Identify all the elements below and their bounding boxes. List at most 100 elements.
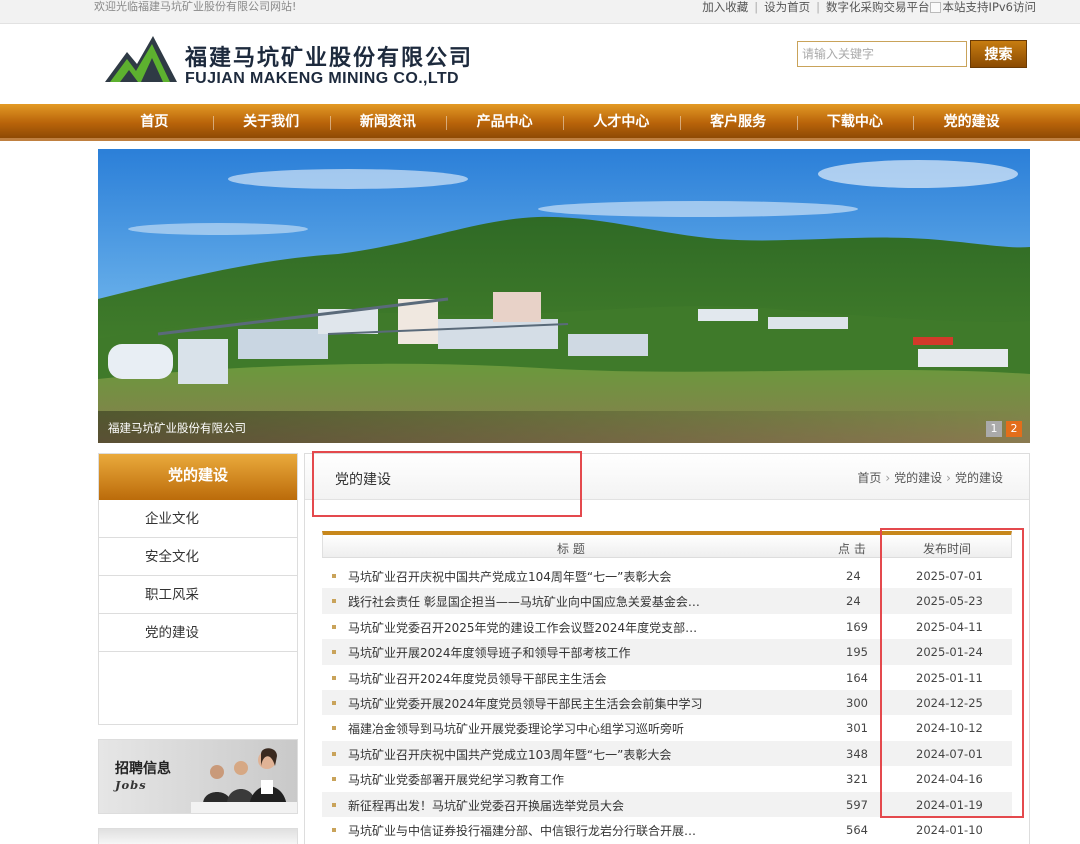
publish-date: 2024-04-16 [916,772,983,787]
top-bar: 欢迎光临福建马坑矿业股份有限公司网站! 加入收藏 | 设为首页 | 数字化采购交… [0,0,1080,24]
jobs-title-en: Jobs [115,778,147,792]
bullet-icon [332,751,336,756]
list-header: 标 题 点 击 发布时间 [322,531,1012,558]
article-link[interactable]: 践行社会责任 彰显国企担当——马坑矿业向中国应急关爱基金会捐… [348,593,703,610]
click-count: 24 [846,569,861,583]
list-item: 新征程再出发！马坑矿业党委召开换届选举党员大会 597 2024-01-19 [322,791,1012,817]
chevron-right-icon: › [946,470,951,485]
ipv6-badge: 本站支持IPv6访问 [929,0,1036,14]
breadcrumb-section[interactable]: 党的建设 [894,469,942,486]
list-item: 马坑矿业党委部署开展党纪学习教育工作 321 2024-04-16 [322,766,1012,791]
publish-date: 2024-01-19 [916,797,983,812]
mining-site-photo [98,149,1030,443]
article-list: 马坑矿业召开庆祝中国共产党成立104周年暨“七一”表彰大会 24 2025-07-0… [322,563,1012,842]
publish-date: 2024-01-10 [916,822,983,837]
column-header-clicks: 点 击 [838,542,866,556]
click-count: 597 [846,797,868,812]
article-link[interactable]: 新征程再出发！马坑矿业党委召开换届选举党员大会 [348,797,703,814]
list-item: 马坑矿业召开2024年度党员领导干部民主生活会 164 2025-01-11 [322,665,1012,690]
banner-caption-bar: 福建马坑矿业股份有限公司 [98,411,1030,443]
nav-item-products[interactable]: 产品中心 [446,104,563,141]
banner-caption: 福建马坑矿业股份有限公司 [108,421,246,435]
click-count: 564 [846,822,868,837]
bullet-icon [332,675,336,680]
separator: | [754,0,759,14]
list-item: 福建冶金领导到马坑矿业开展党委理论学习中心组学习巡听旁听 301 2024-10-1… [322,715,1012,740]
bullet-icon [332,802,336,807]
breadcrumb-home[interactable]: 首页 [857,469,881,486]
search-input[interactable] [797,41,967,67]
mountain-logo-icon [105,36,177,82]
article-link[interactable]: 马坑矿业党委开展2024年度党员领导干部民主生活会会前集中学习 [348,695,703,712]
article-link[interactable]: 马坑矿业党委召开2025年党的建设工作会议暨2024年度党支部书记抓… [348,619,703,636]
slide-dot-2[interactable]: 2 [1006,421,1022,437]
article-link[interactable]: 马坑矿业党委部署开展党纪学习教育工作 [348,771,703,788]
sidebar-menu: 企业文化 安全文化 职工风采 党的建设 [99,500,297,652]
slide-pager: 1 2 [986,421,1022,437]
bullet-icon [332,574,336,578]
ipv6-text: 本站支持IPv6访问 [942,0,1036,14]
business-people-image [191,748,297,813]
publish-date: 2024-10-12 [916,721,983,736]
publish-date: 2025-05-23 [916,594,983,609]
bullet-icon [332,726,336,731]
welcome-text: 欢迎光临福建马坑矿业股份有限公司网站! [94,0,297,13]
click-count: 164 [846,670,868,685]
header: 福建马坑矿业股份有限公司 FUJIAN MAKENG MINING CO.,LT… [0,24,1080,104]
broken-image-icon [929,1,941,13]
publish-date: 2024-12-25 [916,695,983,710]
publish-date: 2025-04-11 [916,619,983,634]
article-link[interactable]: 马坑矿业召开庆祝中国共产党成立104周年暨“七一”表彰大会 [348,568,703,585]
nav-item-talent[interactable]: 人才中心 [563,104,680,141]
list-item: 马坑矿业与中信证券投行福建分部、中信银行龙岩分行联合开展党建… 564 2024-0… [322,817,1012,842]
publish-date: 2025-01-11 [916,670,983,685]
click-count: 300 [846,695,868,710]
search-button[interactable]: 搜索 [970,40,1027,68]
chevron-right-icon: › [885,470,891,485]
nav-item-party[interactable]: 党的建设 [913,104,1030,141]
company-name-cn: 福建马坑矿业股份有限公司 [185,45,474,71]
publish-date: 2025-07-01 [916,569,983,583]
company-name-en: FUJIAN MAKENG MINING CO.,LTD [185,70,460,87]
article-link[interactable]: 马坑矿业与中信证券投行福建分部、中信银行龙岩分行联合开展党建… [348,822,703,839]
add-favorite-link[interactable]: 加入收藏 [702,0,748,14]
breadcrumb-current[interactable]: 党的建设 [955,469,1003,486]
article-link[interactable]: 马坑矿业召开2024年度党员领导干部民主生活会 [348,670,703,687]
bullet-icon [332,599,336,604]
list-item: 马坑矿业开展2024年度领导班子和领导干部考核工作 195 2025-01-24 [322,639,1012,665]
click-count: 321 [846,772,868,787]
nav-item-download[interactable]: 下载中心 [796,104,914,141]
click-count: 301 [846,721,868,736]
sidebar-item-corporate-culture[interactable]: 企业文化 [99,500,297,538]
article-link[interactable]: 福建冶金领导到马坑矿业开展党委理论学习中心组学习巡听旁听 [348,720,703,737]
list-item: 马坑矿业党委开展2024年度党员领导干部民主生活会会前集中学习 300 2024-1… [322,689,1012,716]
sidebar-item-staff-style[interactable]: 职工风采 [99,576,297,614]
bullet-icon [332,624,336,629]
main-content: 党的建设 首页 › 党的建设 › 党的建设 标 题 点 击 发布时间 马坑矿业召… [304,453,1030,844]
company-logo[interactable]: 福建马坑矿业股份有限公司 FUJIAN MAKENG MINING CO.,LT… [105,30,495,90]
top-links: 加入收藏 | 设为首页 | 数字化采购交易平台 本站支持IPv6访问 [702,0,1036,14]
nav-item-service[interactable]: 客户服务 [679,104,797,141]
sidebar-item-party-building[interactable]: 党的建设 [99,614,297,652]
nav-item-news[interactable]: 新闻资讯 [329,104,447,141]
jobs-banner[interactable]: 招聘信息 Jobs [98,739,298,814]
bullet-icon [332,827,336,832]
slide-dot-1[interactable]: 1 [986,421,1002,437]
click-count: 169 [846,619,868,634]
nav-item-home[interactable]: 首页 [96,104,213,141]
article-link[interactable]: 马坑矿业召开庆祝中国共产党成立103周年暨“七一”表彰大会 [348,746,703,763]
bullet-icon [332,777,336,782]
content-header: 党的建设 首页 › 党的建设 › 党的建设 [305,454,1029,500]
sidebar-item-safety-culture[interactable]: 安全文化 [99,538,297,576]
publish-date: 2025-01-24 [916,645,983,660]
publish-date: 2024-07-01 [916,746,983,761]
set-homepage-link[interactable]: 设为首页 [764,0,810,14]
sidebar: 党的建设 企业文化 安全文化 职工风采 党的建设 [98,453,298,725]
article-link[interactable]: 马坑矿业开展2024年度领导班子和领导干部考核工作 [348,644,703,661]
nav-item-about[interactable]: 关于我们 [212,104,330,141]
banner-slideshow[interactable]: 福建马坑矿业股份有限公司 1 2 [98,149,1030,443]
list-item: 马坑矿业党委召开2025年党的建设工作会议暨2024年度党支部书记抓… 169 20… [322,614,1012,639]
breadcrumb: 首页 › 党的建设 › 党的建设 [857,469,1003,486]
digital-procurement-link[interactable]: 数字化采购交易平台 [826,0,930,14]
list-item: 践行社会责任 彰显国企担当——马坑矿业向中国应急关爱基金会捐… 24 2025-05… [322,588,1012,614]
